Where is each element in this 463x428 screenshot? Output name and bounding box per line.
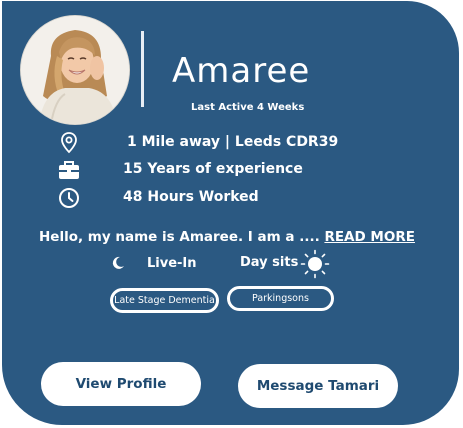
hours-text: 48 Hours Worked (123, 189, 259, 205)
live-in-label: Live-In (147, 256, 197, 271)
last-active-text: Last Active 4 Weeks (191, 102, 305, 113)
location-pin-icon (61, 132, 77, 154)
specialism-tag-parkinsons: Parkingsons (227, 286, 334, 311)
moon-icon (112, 256, 124, 269)
info-row-experience: 15 Years of experience (2, 158, 459, 182)
header-divider (141, 31, 144, 107)
view-profile-button[interactable]: View Profile (41, 362, 201, 406)
info-row-hours: 48 Hours Worked (2, 186, 459, 210)
location-text: 1 Mile away | Leeds CDR39 (127, 134, 339, 150)
caregiver-profile-card: Amaree Last Active 4 Weeks 1 Mile away |… (2, 1, 459, 425)
message-button[interactable]: Message Tamari (238, 364, 398, 408)
info-row-location: 1 Mile away | Leeds CDR39 (2, 131, 459, 155)
bio-text: Hello, my name is Amaree. I am a .... (39, 229, 325, 245)
experience-text: 15 Years of experience (123, 161, 303, 177)
day-sits-label: Day sits (240, 255, 299, 270)
sun-icon (300, 249, 330, 279)
bio: Hello, my name is Amaree. I am a .... RE… (39, 229, 415, 245)
avatar (20, 15, 130, 125)
clock-icon (59, 188, 79, 208)
avatar-photo (21, 16, 129, 124)
briefcase-icon (59, 161, 79, 179)
profile-name: Amaree (172, 51, 311, 91)
read-more-link[interactable]: READ MORE (324, 229, 415, 245)
specialism-tag-dementia: Late Stage Dementia (110, 288, 219, 313)
